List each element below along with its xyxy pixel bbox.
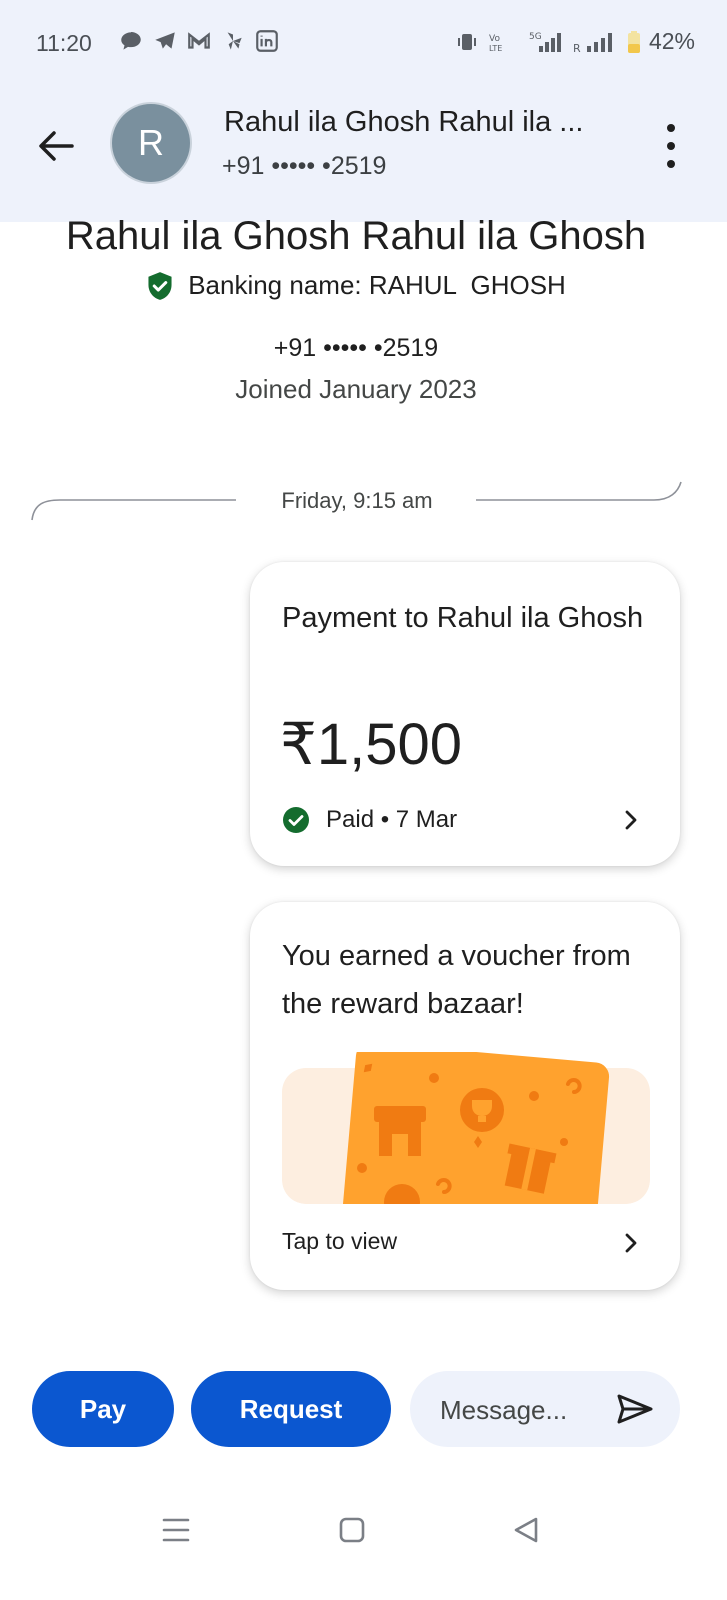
voucher-card[interactable]: You earned a voucher from the reward baz… [250, 902, 680, 1290]
chevron-right-icon [625, 810, 637, 830]
chat-screen: 11:20 Vo LTE 5G R 42% R Rahul ila Ghosh … [0, 0, 727, 1600]
payment-card[interactable]: Payment to Rahul ila Ghosh ₹1,500 Paid •… [250, 562, 680, 866]
request-button[interactable]: Request [191, 1371, 391, 1447]
reward-card-image [282, 1052, 650, 1204]
back-button[interactable] [30, 120, 82, 172]
date-label: Friday, 9:15 am [281, 488, 433, 513]
more-vert-icon [667, 124, 675, 132]
payment-status-row: Paid • 7 Mar [282, 806, 457, 834]
arrow-left-icon [39, 131, 74, 161]
system-navigation-bar [0, 1500, 727, 1560]
pinwheel-icon [227, 32, 242, 50]
send-icon[interactable] [616, 1393, 654, 1425]
voucher-title: You earned a voucher from the reward baz… [282, 940, 631, 1020]
voucher-illustration [282, 1052, 650, 1204]
joined-date: Joined January 2023 [235, 374, 477, 404]
chevron-right-icon [625, 1233, 637, 1253]
status-time: 11:20 [36, 30, 92, 56]
signal-roaming-icon: R [573, 32, 612, 55]
gmail-icon [188, 32, 210, 49]
verified-shield-icon [148, 271, 172, 300]
avatar[interactable]: R [112, 104, 190, 182]
signal-5g-icon: 5G [529, 32, 561, 52]
linkedin-icon [256, 30, 278, 52]
telegram-icon [155, 32, 175, 49]
check-circle-icon [283, 807, 309, 833]
square-home-icon [339, 1517, 365, 1543]
profile-phone: +91 ••••• •2519 [273, 334, 439, 362]
message-input[interactable]: Message... [410, 1371, 680, 1447]
chat-header: R Rahul ila Ghosh Rahul ila ... +91 ••••… [0, 92, 727, 202]
svg-text:Vo: Vo [489, 34, 500, 44]
banking-name: Banking name: RAHUL GHOSH [188, 270, 566, 300]
battery-icon [627, 30, 640, 53]
banking-name-row: Banking name: RAHUL GHOSH [0, 270, 712, 301]
status-bar: 11:20 Vo LTE 5G R 42% [0, 22, 727, 66]
vibrate-icon [457, 33, 476, 50]
profile-full-name: Rahul ila Ghosh Rahul ila Ghosh [65, 214, 647, 258]
notification-icons [118, 28, 280, 54]
system-status-icons: Vo LTE 5G R 42% [455, 28, 695, 55]
battery-percentage: 42% [648, 28, 695, 54]
payment-title: Payment to Rahul ila Ghosh [282, 602, 644, 634]
voucher-cta: Tap to view [282, 1228, 398, 1254]
message-placeholder: Message... [440, 1395, 568, 1425]
triangle-back-icon [514, 1517, 538, 1543]
back-nav-button[interactable] [506, 1510, 546, 1550]
menu-lines-icon [162, 1518, 190, 1542]
recents-button[interactable] [156, 1510, 196, 1550]
contact-phone: +91 ••••• •2519 [222, 152, 387, 180]
svg-text:R: R [573, 42, 581, 55]
date-divider: Friday, 9:15 am [30, 478, 684, 528]
payment-amount: ₹1,500 [280, 712, 463, 777]
contact-name[interactable]: Rahul ila Ghosh Rahul ila ... [224, 106, 583, 139]
network-5g-label: 5G [529, 32, 542, 42]
chat-icon [121, 32, 141, 50]
home-button[interactable] [332, 1510, 372, 1550]
payment-status: Paid • 7 Mar [326, 806, 458, 833]
more-options-button[interactable] [659, 124, 683, 168]
svg-text:LTE: LTE [489, 44, 502, 53]
pay-button[interactable]: Pay [32, 1371, 174, 1447]
volte-icon: VoLTE [489, 34, 502, 53]
